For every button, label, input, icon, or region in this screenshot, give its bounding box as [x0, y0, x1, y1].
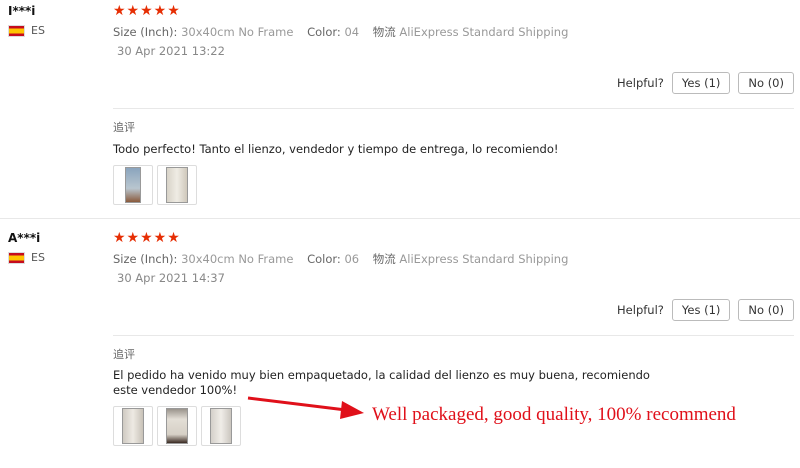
review-photo-thumbnail[interactable]: [157, 406, 197, 446]
color-value: 06: [344, 252, 360, 266]
size-value: 30x40cm No Frame: [181, 25, 294, 39]
review-photo-thumbnail[interactable]: [113, 165, 153, 205]
divider: [113, 335, 794, 336]
review-photos: [113, 165, 197, 205]
review-photo-thumbnail[interactable]: [157, 165, 197, 205]
reviewer-country: ES: [8, 24, 45, 37]
size-label: Size (Inch):: [113, 252, 178, 266]
additional-review-label: 追评: [113, 348, 135, 361]
review-photos: [113, 406, 241, 446]
color-label: Color:: [307, 25, 341, 39]
review-text: Todo perfecto! Tanto el lienzo, vendedor…: [113, 142, 559, 156]
helpful-row: Helpful? Yes (1) No (0): [617, 299, 794, 321]
shipping-value: AliExpress Standard Shipping: [399, 252, 569, 266]
size-value: 30x40cm No Frame: [181, 252, 294, 266]
color-value: 04: [344, 25, 360, 39]
country-code: ES: [31, 24, 45, 37]
divider: [113, 108, 794, 109]
star-rating: ★★★★★: [113, 230, 181, 246]
reviewer-country: ES: [8, 251, 45, 264]
star-rating: ★★★★★: [113, 3, 181, 19]
helpful-row: Helpful? Yes (1) No (0): [617, 72, 794, 94]
helpful-no-button[interactable]: No (0): [738, 299, 794, 321]
red-arrow-icon: [247, 396, 364, 419]
helpful-yes-button[interactable]: Yes (1): [671, 72, 731, 94]
review-date: 30 Apr 2021 14:37: [117, 271, 225, 285]
review-photo-thumbnail[interactable]: [201, 406, 241, 446]
review-photo-thumbnail[interactable]: [113, 406, 153, 446]
spain-flag-icon: [8, 251, 25, 264]
color-label: Color:: [307, 252, 341, 266]
size-label: Size (Inch):: [113, 25, 178, 39]
review-date: 30 Apr 2021 13:22: [117, 44, 225, 58]
helpful-no-button[interactable]: No (0): [738, 72, 794, 94]
shipping-label: 物流: [372, 25, 396, 39]
shipping-label: 物流: [372, 252, 396, 266]
order-attributes: Size (Inch): 30x40cm No Frame Color: 04 …: [113, 24, 568, 40]
spain-flag-icon: [8, 24, 25, 37]
country-code: ES: [31, 251, 45, 264]
reviewer-name: I***i: [8, 4, 36, 18]
helpful-label: Helpful?: [617, 76, 664, 90]
additional-review-label: 追评: [113, 121, 135, 134]
order-attributes: Size (Inch): 30x40cm No Frame Color: 06 …: [113, 251, 568, 267]
helpful-yes-button[interactable]: Yes (1): [671, 299, 731, 321]
annotation-text: Well packaged, good quality, 100% recomm…: [372, 404, 736, 425]
review-separator: [0, 218, 800, 219]
review-text: El pedido ha venido muy bien empaquetado…: [113, 368, 650, 397]
reviewer-name: A***i: [8, 231, 41, 245]
helpful-label: Helpful?: [617, 303, 664, 317]
shipping-value: AliExpress Standard Shipping: [399, 25, 569, 39]
